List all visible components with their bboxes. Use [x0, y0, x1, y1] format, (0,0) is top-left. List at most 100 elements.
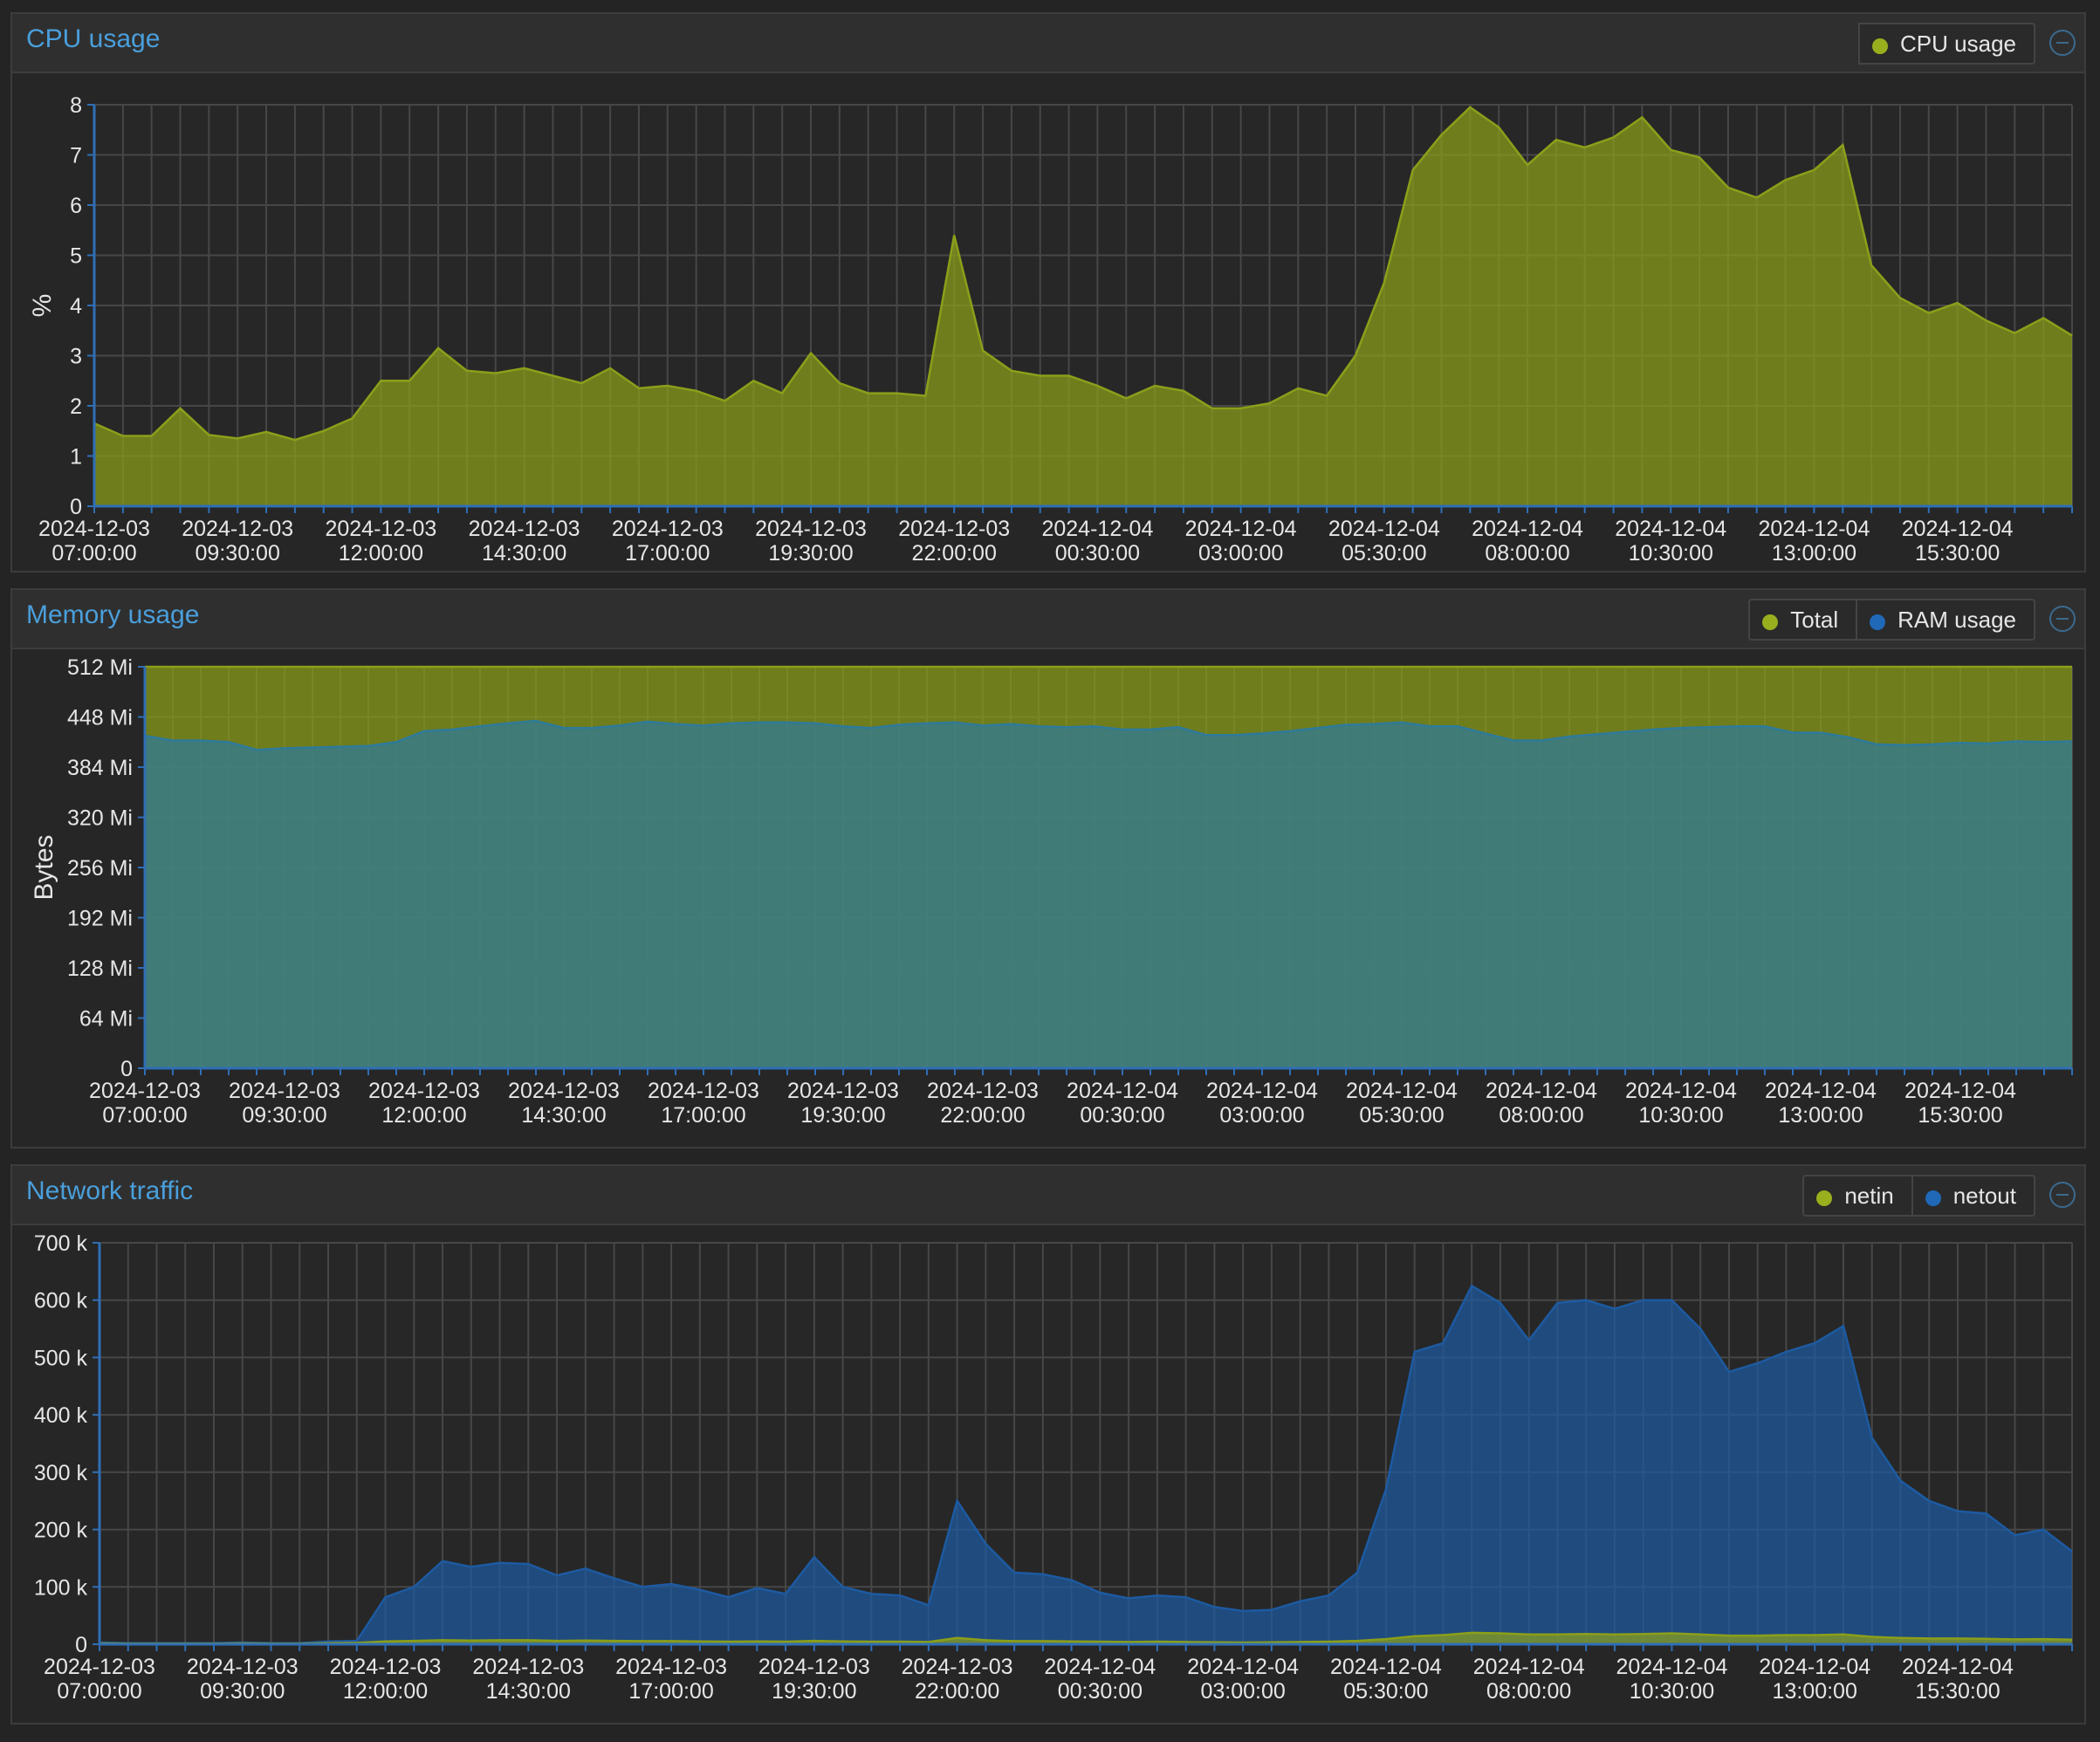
x-tick-label: 2024-12-04	[1346, 1079, 1458, 1103]
y-tick-label: 448 Mi	[67, 706, 133, 730]
x-tick-label: 07:00:00	[57, 1679, 141, 1704]
x-tick-label: 17:00:00	[625, 541, 710, 566]
network-traffic-panel: Network traffic netin netout 0 100 k 200 k…	[10, 1164, 2086, 1725]
legend-label: CPU usage	[1900, 30, 2016, 57]
x-tick-label: 2024-12-03	[902, 1655, 1013, 1679]
x-tick-label: 14:30:00	[482, 541, 566, 566]
y-axis-title: %	[28, 294, 57, 318]
collapse-icon[interactable]	[2049, 606, 2076, 632]
y-tick-label: 7	[70, 144, 82, 168]
x-tick-label: 2024-12-04	[1330, 1655, 1442, 1679]
x-tick-label: 00:30:00	[1058, 1679, 1143, 1704]
chart-legend: netin netout	[1802, 1175, 2035, 1217]
y-tick-label: 100 k	[34, 1575, 88, 1600]
x-tick-label: 07:00:00	[51, 541, 136, 566]
x-tick-label: 15:30:00	[1915, 541, 2000, 566]
y-tick-label: 200 k	[34, 1519, 88, 1543]
x-tick-label: 09:30:00	[242, 1103, 326, 1128]
x-tick-label: 14:30:00	[521, 1103, 606, 1128]
x-tick-label: 2024-12-04	[1625, 1079, 1737, 1103]
y-tick-label: 384 Mi	[67, 756, 133, 780]
x-tick-label: 10:30:00	[1629, 541, 1713, 566]
x-tick-label: 2024-12-04	[1187, 1655, 1299, 1679]
x-tick-label: 12:00:00	[339, 541, 423, 566]
collapse-icon[interactable]	[2049, 1182, 2076, 1208]
x-tick-label: 2024-12-03	[758, 1655, 870, 1679]
x-tick-label: 15:30:00	[1918, 1103, 2002, 1128]
legend-dot-icon	[1816, 1190, 1833, 1206]
y-tick-label: 300 k	[34, 1461, 88, 1485]
y-tick-label: 4	[70, 294, 82, 319]
x-tick-label: 2024-12-04	[1185, 517, 1297, 541]
x-tick-label: 2024-12-03	[508, 1079, 620, 1103]
x-tick-label: 2024-12-03	[469, 517, 580, 541]
x-tick-label: 2024-12-03	[787, 1079, 899, 1103]
x-tick-label: 12:00:00	[343, 1679, 428, 1704]
x-tick-label: 13:00:00	[1772, 541, 1856, 566]
legend-item-netin[interactable]: netin	[1802, 1175, 1913, 1217]
x-tick-label: 08:00:00	[1499, 1103, 1583, 1128]
x-tick-label: 2024-12-04	[1615, 517, 1726, 541]
x-tick-label: 2024-12-03	[38, 517, 150, 541]
y-tick-label: 600 k	[34, 1289, 88, 1313]
y-tick-label: 512 Mi	[67, 655, 133, 680]
x-tick-label: 2024-12-03	[89, 1079, 201, 1103]
legend-item-total[interactable]: Total	[1748, 599, 1858, 641]
x-tick-label: 2024-12-04	[1765, 1079, 1877, 1103]
y-tick-label: 500 k	[34, 1346, 88, 1370]
x-tick-label: 2024-12-04	[1472, 517, 1583, 541]
y-tick-label: 3	[70, 345, 82, 369]
legend-label: Total	[1790, 606, 1839, 633]
x-tick-label: 00:30:00	[1055, 541, 1140, 566]
y-tick-label: 64 Mi	[79, 1007, 133, 1032]
memory-usage-panel: Memory usage Total RAM usage 0 64 Mi 128 M…	[10, 588, 2086, 1149]
y-tick-label: 192 Mi	[67, 907, 133, 931]
legend-item-ram-usage[interactable]: RAM usage	[1856, 599, 2035, 641]
x-tick-label: 2024-12-04	[1473, 1655, 1585, 1679]
x-tick-label: 2024-12-03	[755, 517, 867, 541]
y-tick-label: 1	[70, 445, 82, 470]
panel-title: Memory usage	[26, 600, 200, 629]
legend-dot-icon	[1872, 38, 1889, 54]
legend-label: netin	[1844, 1182, 1894, 1209]
x-tick-label: 22:00:00	[912, 541, 997, 566]
x-tick-label: 2024-12-04	[1902, 517, 2014, 541]
x-tick-label: 2024-12-03	[615, 1655, 727, 1679]
x-tick-label: 22:00:00	[940, 1103, 1025, 1128]
legend-item-cpu-usage[interactable]: CPU usage	[1858, 23, 2035, 65]
y-tick-label: 256 Mi	[67, 856, 133, 881]
x-tick-label: 09:30:00	[196, 541, 280, 566]
y-tick-label: 0	[70, 495, 82, 519]
x-tick-label: 22:00:00	[915, 1679, 999, 1704]
x-tick-label: 15:30:00	[1915, 1679, 2000, 1704]
x-tick-label: 17:00:00	[661, 1103, 745, 1128]
y-tick-label: 2	[70, 394, 82, 419]
x-tick-label: 2024-12-04	[1328, 517, 1440, 541]
x-tick-label: 2024-12-03	[898, 517, 1010, 541]
x-tick-label: 2024-12-03	[612, 517, 724, 541]
collapse-icon[interactable]	[2049, 30, 2076, 56]
y-tick-label: 0	[75, 1633, 87, 1657]
y-tick-label: 320 Mi	[67, 806, 133, 831]
x-tick-label: 2024-12-03	[472, 1655, 584, 1679]
x-tick-label: 07:00:00	[102, 1103, 187, 1128]
x-tick-label: 2024-12-04	[1904, 1079, 2016, 1103]
cpu-usage-chart: 0123456782024-12-0307:00:002024-12-0309:…	[28, 93, 2073, 566]
x-tick-label: 2024-12-04	[1206, 1079, 1318, 1103]
x-tick-label: 05:30:00	[1342, 541, 1426, 566]
x-tick-label: 05:30:00	[1359, 1103, 1444, 1128]
y-tick-label: 0	[120, 1057, 133, 1081]
legend-item-netout[interactable]: netout	[1911, 1175, 2035, 1217]
legend-dot-icon	[1925, 1190, 1941, 1206]
x-tick-label: 2024-12-03	[229, 1079, 340, 1103]
x-tick-label: 2024-12-04	[1902, 1655, 2014, 1679]
x-tick-label: 2024-12-04	[1616, 1655, 1728, 1679]
memory-usage-chart: 0 64 Mi 128 Mi 192 Mi 256 Mi 320 Mi 384 Mi 448 …	[30, 655, 2073, 1128]
x-tick-label: 2024-12-03	[330, 1655, 442, 1679]
x-tick-label: 2024-12-03	[927, 1079, 1039, 1103]
x-tick-label: 2024-12-04	[1041, 517, 1153, 541]
x-tick-label: 03:00:00	[1219, 1103, 1304, 1128]
x-tick-label: 2024-12-03	[182, 517, 293, 541]
x-tick-label: 19:30:00	[800, 1103, 885, 1128]
panel-header: Network traffic netin netout	[12, 1166, 2084, 1225]
